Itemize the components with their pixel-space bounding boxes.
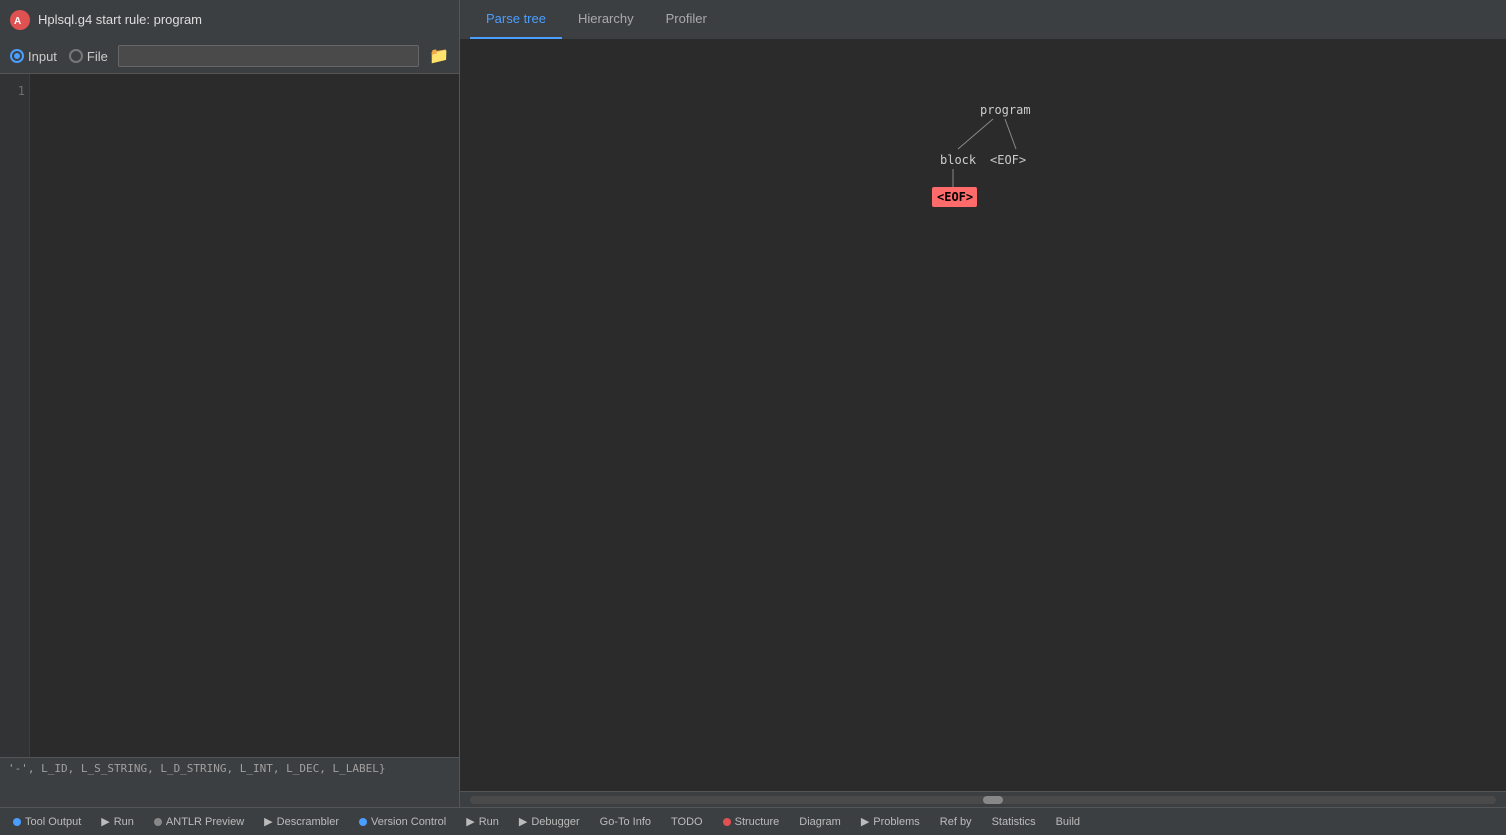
tabs-bar: Parse tree Hierarchy Profiler bbox=[460, 0, 1506, 39]
radio-group: Input File bbox=[10, 49, 108, 64]
tree-line-program-block bbox=[958, 119, 993, 149]
taskbar-diagram[interactable]: Diagram bbox=[791, 814, 849, 830]
status-bar-left: '-', L_ID, L_S_STRING, L_D_STRING, L_INT… bbox=[0, 757, 459, 807]
taskbar-dot-structure bbox=[723, 818, 731, 826]
main-content: Input File 📁 1 '-', L_ID, L_S_STRING, L_… bbox=[0, 39, 1506, 807]
tree-line-program-eof bbox=[1005, 119, 1016, 149]
editor-content[interactable] bbox=[30, 74, 459, 757]
taskbar-dot-antlr bbox=[154, 818, 162, 826]
radio-file-label: File bbox=[87, 49, 108, 64]
node-eof-highlighted: <EOF> bbox=[937, 190, 973, 204]
radio-file[interactable]: File bbox=[69, 49, 108, 64]
tab-parse-tree[interactable]: Parse tree bbox=[470, 0, 562, 39]
input-bar: Input File 📁 bbox=[0, 39, 459, 74]
tab-profiler[interactable]: Profiler bbox=[650, 0, 723, 39]
svg-text:A: A bbox=[14, 16, 21, 27]
node-block: block bbox=[940, 153, 977, 167]
taskbar-structure[interactable]: Structure bbox=[715, 814, 788, 830]
scrollbar-thumb[interactable] bbox=[983, 796, 1003, 804]
node-program: program bbox=[980, 103, 1031, 117]
radio-input[interactable]: Input bbox=[10, 49, 57, 64]
taskbar-refby[interactable]: Ref by bbox=[932, 814, 980, 830]
taskbar-dot-tool-output bbox=[13, 818, 21, 826]
taskbar-tool-output[interactable]: Tool Output bbox=[5, 814, 89, 830]
node-eof-top: <EOF> bbox=[990, 153, 1026, 167]
taskbar: Tool Output ▶ Run ANTLR Preview ▶ Descra… bbox=[0, 807, 1506, 835]
title-bar: A Hplsql.g4 start rule: program Parse tr… bbox=[0, 0, 1506, 39]
line-number-1: 1 bbox=[4, 82, 25, 100]
radio-file-circle[interactable] bbox=[69, 49, 83, 63]
title-bar-left: A Hplsql.g4 start rule: program bbox=[0, 0, 460, 39]
taskbar-antlr-preview[interactable]: ANTLR Preview bbox=[146, 814, 252, 830]
taskbar-statistics[interactable]: Statistics bbox=[984, 814, 1044, 830]
radio-input-label: Input bbox=[28, 49, 57, 64]
line-numbers: 1 bbox=[0, 74, 30, 757]
taskbar-build[interactable]: Build bbox=[1048, 814, 1088, 830]
tab-hierarchy[interactable]: Hierarchy bbox=[562, 0, 650, 39]
antlr-icon: A bbox=[10, 10, 30, 30]
taskbar-descrambler[interactable]: ▶ Descrambler bbox=[256, 813, 347, 830]
radio-input-circle[interactable] bbox=[10, 49, 24, 63]
parse-tree-svg: program block <EOF> <EOF> bbox=[460, 39, 1506, 791]
file-path-input[interactable] bbox=[118, 45, 419, 67]
scrollbar-track[interactable] bbox=[470, 796, 1496, 804]
taskbar-run2[interactable]: ▶ Run bbox=[458, 813, 507, 830]
taskbar-version-control[interactable]: Version Control bbox=[351, 814, 454, 830]
taskbar-run[interactable]: ▶ Run bbox=[93, 813, 142, 830]
folder-icon[interactable]: 📁 bbox=[429, 46, 449, 66]
taskbar-todo[interactable]: TODO bbox=[663, 814, 711, 830]
bottom-scrollbar[interactable] bbox=[460, 791, 1506, 807]
left-panel: Input File 📁 1 '-', L_ID, L_S_STRING, L_… bbox=[0, 39, 460, 807]
taskbar-dot-vc bbox=[359, 818, 367, 826]
status-text: '-', L_ID, L_S_STRING, L_D_STRING, L_INT… bbox=[8, 762, 386, 775]
parse-tree-area: program block <EOF> <EOF> bbox=[460, 39, 1506, 791]
editor-area: 1 bbox=[0, 74, 459, 757]
right-panel: program block <EOF> <EOF> bbox=[460, 39, 1506, 807]
window-title: Hplsql.g4 start rule: program bbox=[38, 12, 202, 27]
taskbar-goto-info[interactable]: Go-To Info bbox=[592, 814, 659, 830]
taskbar-problems[interactable]: ▶ Problems bbox=[853, 813, 928, 830]
taskbar-debugger[interactable]: ▶ Debugger bbox=[511, 813, 588, 830]
